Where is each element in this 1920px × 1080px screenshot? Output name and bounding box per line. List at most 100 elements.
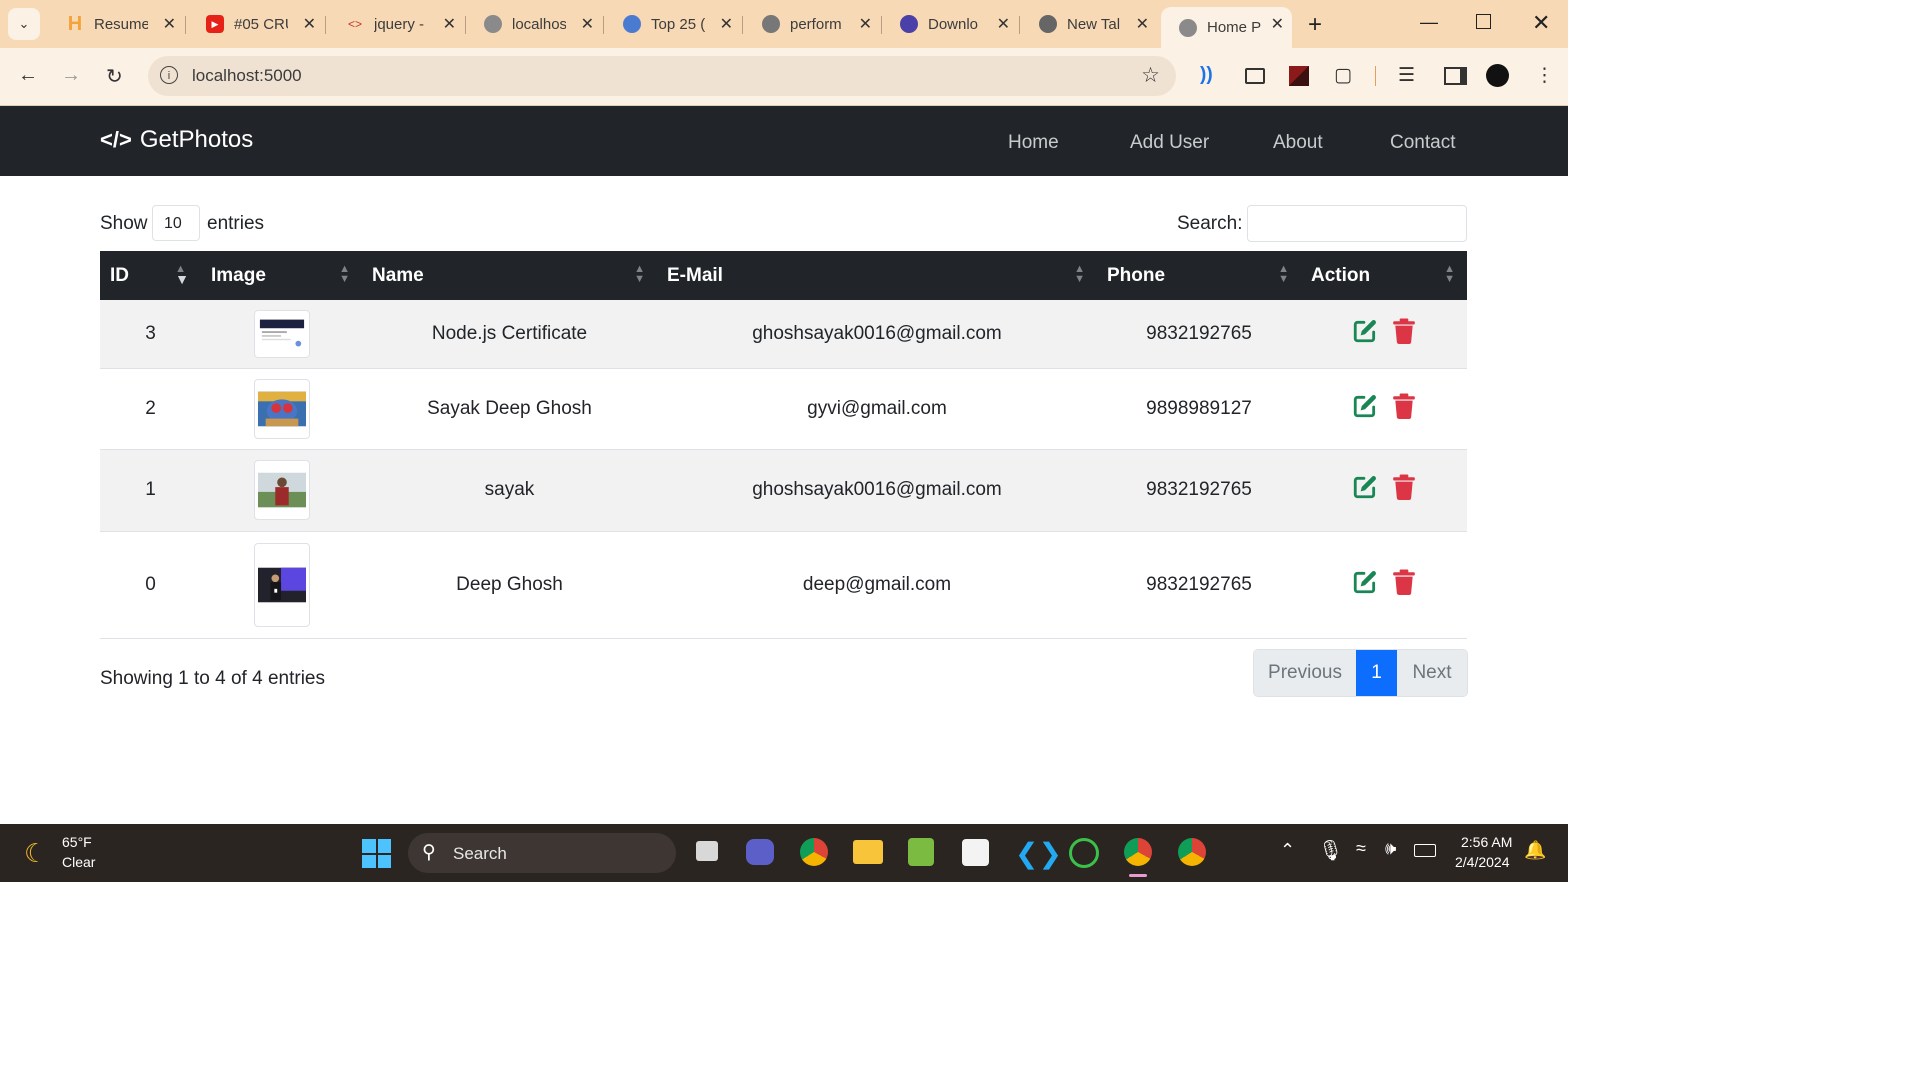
chevron-up-icon[interactable]: ⌃	[1280, 840, 1295, 861]
weather-temp[interactable]: 65°F	[62, 834, 92, 850]
browser-tab[interactable]: H Resume ✕	[48, 7, 184, 41]
notification-bell-icon[interactable]: 🔔	[1524, 840, 1546, 861]
page-1-button[interactable]: 1	[1356, 650, 1397, 696]
reload-icon[interactable]: ↻	[106, 64, 123, 89]
entries-select[interactable]: 10	[152, 205, 200, 241]
close-tab-icon[interactable]: ✕	[581, 14, 594, 34]
cell-id: 0	[100, 531, 201, 639]
browser-tab[interactable]: perform ✕	[744, 7, 880, 41]
browser-tab[interactable]: Home P ✕	[1161, 7, 1292, 48]
next-button[interactable]: Next	[1397, 650, 1467, 696]
site-info-icon[interactable]: i	[160, 66, 178, 84]
close-tab-icon[interactable]: ✕	[163, 14, 176, 34]
tab-title: Home P	[1207, 19, 1261, 36]
battery-icon[interactable]	[1414, 844, 1436, 857]
edit-icon[interactable]	[1352, 393, 1378, 419]
nav-contact[interactable]: Contact	[1390, 132, 1455, 154]
edit-icon[interactable]	[1352, 474, 1378, 500]
microsoft-store-icon[interactable]	[962, 839, 989, 866]
user-photo-thumbnail[interactable]	[253, 309, 310, 358]
volume-icon[interactable]: 🕪	[1385, 838, 1396, 859]
chrome-icon	[1039, 15, 1057, 33]
forward-icon[interactable]: →	[61, 64, 81, 87]
browser-tab[interactable]: ▶ #05 CRU ✕	[188, 7, 324, 41]
clock-time[interactable]: 2:56 AM	[1461, 834, 1512, 850]
task-view-icon[interactable]	[696, 841, 718, 861]
close-tab-icon[interactable]: ✕	[303, 14, 316, 34]
url-text[interactable]: localhost:5000	[192, 66, 302, 86]
back-icon[interactable]: ←	[18, 64, 38, 87]
nav-about[interactable]: About	[1273, 132, 1323, 154]
extension-red-icon[interactable]	[1289, 66, 1309, 86]
snipping-tool-icon[interactable]	[908, 838, 934, 866]
close-tab-icon[interactable]: ✕	[997, 14, 1010, 34]
picture-in-picture-icon[interactable]	[1245, 68, 1265, 84]
chrome-taskbar-icon[interactable]	[800, 838, 828, 866]
h-logo-icon: H	[67, 12, 83, 35]
teams-icon[interactable]	[746, 839, 774, 865]
column-label: Name	[372, 264, 424, 286]
column-header-phone[interactable]: Phone ▲ ▼	[1097, 251, 1301, 300]
close-tab-icon[interactable]: ✕	[859, 14, 872, 34]
tab-title: Top 25 (	[651, 15, 705, 33]
wifi-icon[interactable]: ≈	[1356, 838, 1366, 859]
table-header-row: ID ▲ ▼ Image ▲ ▼ Name ▲ ▼ E-Mail ▲ ▼ Phone ▲ ▼ Act…	[100, 251, 1467, 300]
cell-id: 2	[100, 368, 201, 450]
cell-email: ghoshsayak0016@gmail.com	[657, 300, 1097, 369]
browser-tab[interactable]: localhos ✕	[466, 7, 602, 41]
edit-icon[interactable]	[1352, 569, 1378, 595]
close-tab-icon[interactable]: ✕	[1271, 14, 1284, 34]
address-bar[interactable]: i localhost:5000 ☆	[148, 56, 1176, 96]
column-header-email[interactable]: E-Mail ▲ ▼	[657, 251, 1097, 300]
close-tab-icon[interactable]: ✕	[720, 14, 733, 34]
close-tab-icon[interactable]: ✕	[1136, 14, 1149, 34]
user-photo-thumbnail[interactable]	[253, 378, 310, 439]
brand-link[interactable]: </> GetPhotos	[100, 126, 253, 154]
chrome-profile-1-icon[interactable]	[1124, 838, 1152, 866]
new-tab-button[interactable]: +	[1308, 11, 1322, 39]
user-photo-thumbnail[interactable]	[253, 460, 310, 520]
maximize-button[interactable]	[1476, 14, 1491, 29]
browser-tab[interactable]: New Tal ✕	[1021, 7, 1157, 41]
side-panel-icon[interactable]	[1444, 67, 1467, 85]
close-window-button[interactable]: ✕	[1532, 10, 1550, 36]
cell-phone: 9832192765	[1097, 531, 1301, 639]
nav-add-user[interactable]: Add User	[1130, 132, 1209, 154]
tab-search-button[interactable]: ⌄	[8, 8, 40, 40]
previous-button[interactable]: Previous	[1254, 650, 1356, 696]
column-header-action[interactable]: Action ▲ ▼	[1301, 251, 1467, 300]
delete-trash-icon[interactable]	[1392, 318, 1416, 344]
delete-trash-icon[interactable]	[1392, 474, 1416, 500]
extensions-puzzle-icon[interactable]: ▢	[1334, 64, 1352, 87]
minimize-button[interactable]: —	[1420, 12, 1438, 33]
user-photo-thumbnail[interactable]	[253, 542, 310, 627]
start-windows-icon[interactable]	[362, 839, 391, 868]
profile-avatar[interactable]	[1486, 64, 1509, 87]
nav-home[interactable]: Home	[1008, 132, 1059, 154]
menu-kebab-icon[interactable]: ⋮	[1535, 64, 1554, 87]
file-explorer-icon[interactable]	[853, 840, 883, 864]
clock-date[interactable]: 2/4/2024	[1455, 854, 1510, 870]
column-header-id[interactable]: ID ▲ ▼	[100, 251, 201, 300]
weather-desc[interactable]: Clear	[62, 854, 95, 870]
browser-tab[interactable]: Downlo ✕	[882, 7, 1018, 41]
media-control-icon[interactable]: ☰	[1398, 64, 1415, 87]
column-label: E-Mail	[667, 264, 723, 286]
circle-icon	[900, 15, 918, 33]
app-ring-icon[interactable]	[1069, 838, 1099, 868]
taskbar-search-box[interactable]: ⚲ Search	[408, 833, 676, 873]
search-input[interactable]	[1247, 205, 1467, 242]
extension-wave-icon[interactable]: ))	[1200, 64, 1213, 86]
delete-trash-icon[interactable]	[1392, 569, 1416, 595]
chrome-profile-2-icon[interactable]	[1178, 838, 1206, 866]
browser-tab[interactable]: Top 25 ( ✕	[605, 7, 741, 41]
close-tab-icon[interactable]: ✕	[443, 14, 456, 34]
edit-icon[interactable]	[1352, 318, 1378, 344]
browser-tab[interactable]: <> jquery - ✕	[328, 7, 464, 41]
column-header-name[interactable]: Name ▲ ▼	[362, 251, 657, 300]
vscode-icon[interactable]: ❮❯	[1015, 837, 1062, 870]
column-header-image[interactable]: Image ▲ ▼	[201, 251, 362, 300]
microphone-icon[interactable]: 🎙	[1318, 838, 1343, 863]
delete-trash-icon[interactable]	[1392, 393, 1416, 419]
bookmark-star-icon[interactable]: ☆	[1141, 63, 1160, 88]
